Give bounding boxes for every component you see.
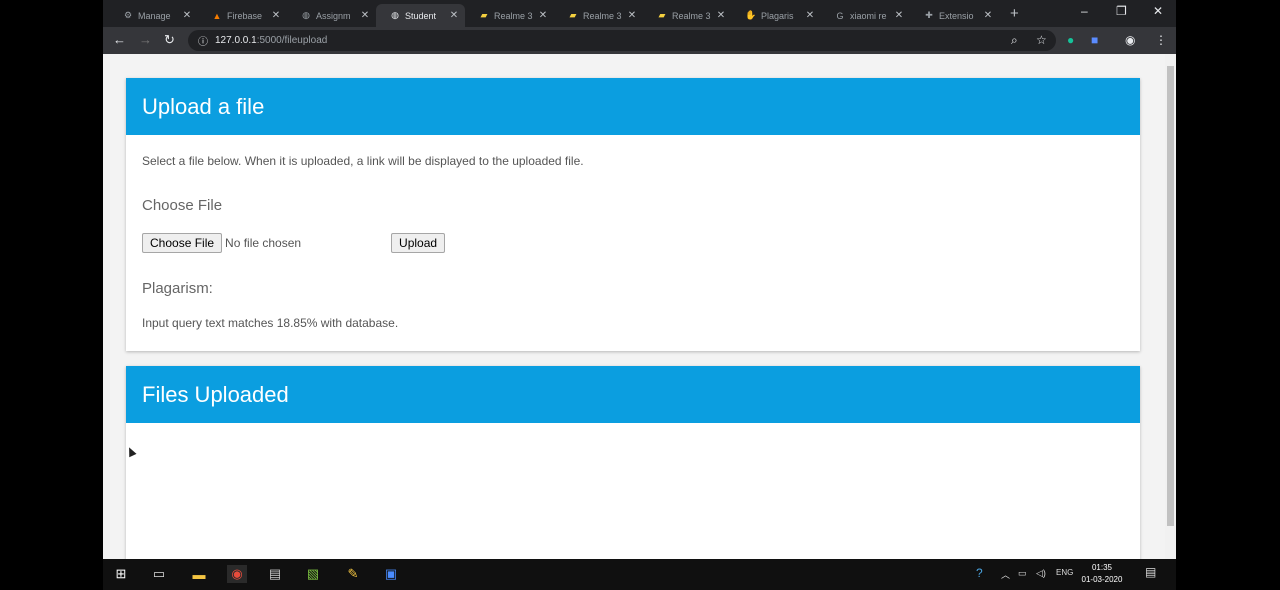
tab-3[interactable]: ◍ Assignm ✕ (287, 4, 376, 27)
volume-icon[interactable]: ◁) (1036, 568, 1046, 579)
close-icon[interactable]: ✕ (271, 10, 281, 21)
tab-title: Assignm (316, 10, 351, 21)
python-icon[interactable]: ✎ (343, 565, 363, 583)
close-icon[interactable]: ✕ (360, 10, 370, 21)
tab-title: Student (405, 10, 437, 21)
close-icon[interactable]: ✕ (894, 10, 904, 21)
plagiarism-result: Input query text matches 18.85% with dat… (142, 316, 399, 330)
tab-7[interactable]: ▰ Realme 3 ✕ (643, 4, 732, 27)
back-icon[interactable]: ← (113, 32, 126, 47)
tab-6[interactable]: ▰ Realme 3 ✕ (554, 4, 643, 27)
tab-1[interactable]: ⚙ Manage ✕ (109, 4, 198, 27)
upload-card: Upload a file Select a file below. When … (126, 78, 1140, 351)
forward-icon[interactable]: → (139, 32, 152, 47)
tab-title: Realme 3 (672, 10, 711, 21)
tab-strip: ⚙ Manage ✕ ▲ Firebase ✕ ◍ Assignm ✕ ◍ St… (103, 0, 1176, 27)
tab-title: Extensio (939, 10, 974, 21)
notification-icon[interactable]: ▤ (1145, 565, 1156, 579)
choose-file-label: Choose File (142, 197, 223, 214)
scrollbar-thumb[interactable] (1167, 66, 1174, 526)
scrollbar[interactable] (1165, 54, 1176, 559)
firebase-icon: ▲ (212, 10, 222, 21)
menu-icon[interactable]: ⋮ (1155, 33, 1167, 47)
close-icon[interactable]: ✕ (538, 10, 548, 21)
app-icon[interactable]: ▣ (381, 565, 401, 583)
tab-10[interactable]: ✚ Extensio ✕ (910, 4, 999, 27)
battery-icon[interactable]: ▭ (1018, 568, 1027, 579)
gear-icon: ⚙ (123, 10, 133, 20)
choose-file-button[interactable]: Choose File (142, 233, 223, 253)
close-icon[interactable]: ✕ (805, 10, 815, 21)
profile-icon[interactable]: ◉ (1125, 33, 1135, 47)
task-view-icon[interactable]: ▭ (149, 565, 169, 583)
reload-icon[interactable]: ↻ (164, 32, 175, 48)
tab-title: Plagaris (761, 10, 794, 21)
language-indicator[interactable]: ENG (1056, 568, 1073, 577)
windows-start-icon[interactable]: ⊞ (111, 565, 131, 583)
close-icon[interactable]: ✕ (983, 10, 993, 21)
files-card: Files Uploaded (126, 366, 1140, 559)
globe-icon: ◍ (302, 10, 310, 20)
plagiarism-label: Plagarism: (142, 280, 213, 297)
tab-title: Realme 3 (494, 10, 533, 21)
info-icon[interactable]: ⓘ (198, 33, 208, 48)
upload-description: Select a file below. When it is uploaded… (142, 154, 584, 168)
close-icon[interactable]: ✕ (449, 10, 459, 21)
hand-icon: ✋ (745, 10, 757, 20)
file-input-row: Choose File No file chosen Upload (142, 233, 1124, 253)
clock-time: 01:35 (1091, 563, 1113, 572)
files-title: Files Uploaded (126, 366, 1140, 423)
zoom-icon[interactable]: ⌕ (1011, 33, 1018, 48)
upload-button[interactable]: Upload (391, 233, 446, 253)
close-icon[interactable]: ✕ (182, 10, 192, 21)
browser-toolbar: ← → ↻ ⓘ 127.0.0.1:5000/fileupload ⌕ ☆ ● … (103, 27, 1176, 54)
url-path: :5000/fileupload (256, 35, 328, 46)
chrome-icon[interactable]: ◉ (227, 565, 247, 583)
terminal-icon[interactable]: ▤ (265, 565, 285, 583)
puzzle-icon: ✚ (925, 10, 933, 20)
upload-title: Upload a file (126, 78, 1140, 135)
tab-title: xiaomi re (850, 10, 887, 21)
minimize-icon[interactable]: – (1081, 4, 1088, 18)
tab-5[interactable]: ▰ Realme 3 ✕ (465, 4, 554, 27)
tab-4[interactable]: ◍ Student ✕ (376, 4, 465, 27)
bookmark-star-icon[interactable]: ☆ (1036, 33, 1047, 47)
globe-icon: ◍ (391, 10, 399, 20)
close-icon[interactable]: ✕ (716, 10, 726, 21)
tray-chevron-icon[interactable]: ︿ (1001, 568, 1010, 581)
tab-title: Manage (138, 10, 171, 21)
system-clock[interactable]: 01:35 01-03-2020 (1078, 562, 1126, 586)
tab-2[interactable]: ▲ Firebase ✕ (198, 4, 287, 27)
window-close-icon[interactable]: ✕ (1153, 4, 1163, 18)
extension-icon[interactable]: ■ (1091, 33, 1098, 47)
grammarly-icon[interactable]: ● (1067, 33, 1074, 47)
browser-window: ⚙ Manage ✕ ▲ Firebase ✕ ◍ Assignm ✕ ◍ St… (103, 0, 1176, 590)
tab-8[interactable]: ✋ Plagaris ✕ (732, 4, 821, 27)
tab-title: Realme 3 (583, 10, 622, 21)
no-file-text: No file chosen (225, 236, 302, 250)
sheet-icon: ▰ (480, 10, 488, 20)
close-icon[interactable]: ✕ (627, 10, 637, 21)
upload-body: Select a file below. When it is uploaded… (126, 135, 1140, 346)
tab-title: Firebase (227, 10, 263, 21)
url-host: 127.0.0.1 (215, 35, 257, 46)
sheet-icon: ▰ (658, 10, 666, 20)
clock-date: 01-03-2020 (1081, 575, 1123, 584)
help-icon[interactable]: ? (976, 566, 983, 580)
tab-9[interactable]: G xiaomi re ✕ (821, 4, 910, 27)
restore-icon[interactable]: ❐ (1116, 4, 1127, 18)
notepad-icon[interactable]: ▧ (303, 565, 323, 583)
new-tab-icon[interactable]: + (1010, 5, 1019, 22)
address-bar[interactable]: ⓘ 127.0.0.1:5000/fileupload (188, 30, 1056, 51)
file-explorer-icon[interactable]: ▬ (189, 565, 209, 583)
sheet-icon: ▰ (569, 10, 577, 20)
google-icon: G (836, 10, 844, 21)
taskbar: ⊞ ▭ ▬ ◉ ▤ ▧ ✎ ▣ ? ︿ ▭ ◁) ENG 01:35 01-03… (103, 559, 1176, 590)
page-content: Upload a file Select a file below. When … (103, 54, 1165, 559)
